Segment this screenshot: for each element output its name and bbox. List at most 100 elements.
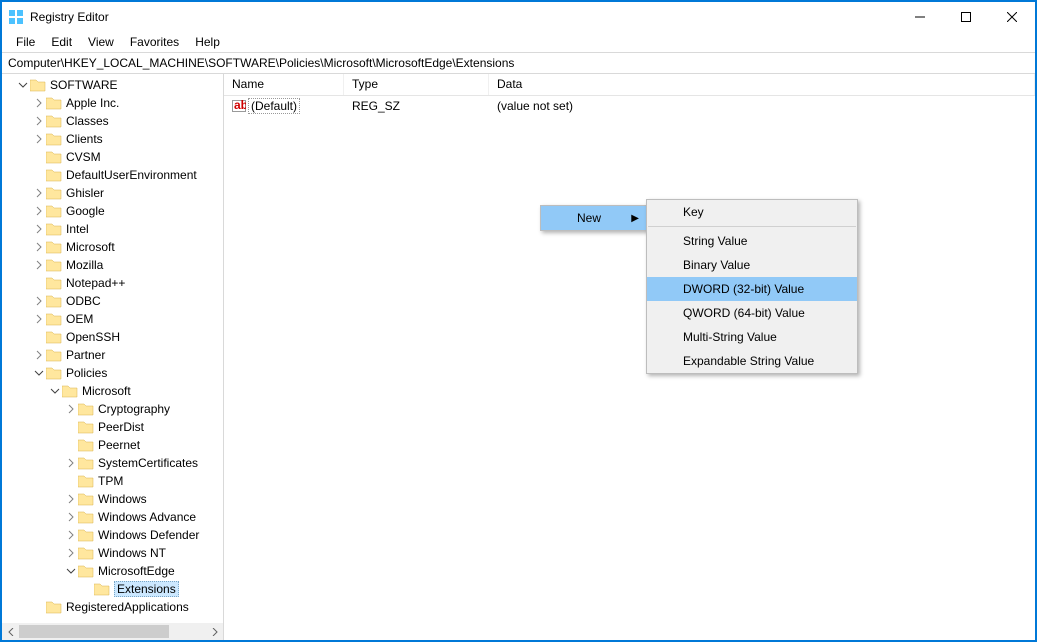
expand-icon[interactable]: [66, 530, 78, 540]
tree-item-label: ODBC: [66, 294, 101, 308]
menu-edit[interactable]: Edit: [43, 33, 80, 51]
expand-icon[interactable]: [34, 134, 46, 144]
scroll-track[interactable]: [19, 623, 206, 640]
tree-item-label: Windows: [98, 492, 147, 506]
tree-item[interactable]: Policies: [2, 364, 223, 382]
maximize-button[interactable]: [943, 2, 989, 32]
menu-file[interactable]: File: [8, 33, 43, 51]
expand-icon[interactable]: [34, 296, 46, 306]
tree-item[interactable]: CVSM: [2, 148, 223, 166]
folder-icon: [78, 420, 94, 434]
values-pane: Name Type Data ab (Default) REG_SZ (valu…: [224, 74, 1035, 640]
folder-icon: [46, 150, 62, 164]
expand-icon[interactable]: [34, 224, 46, 234]
expand-icon[interactable]: [34, 314, 46, 324]
expand-icon[interactable]: [34, 260, 46, 270]
tree-item[interactable]: Windows NT: [2, 544, 223, 562]
expand-icon[interactable]: [34, 350, 46, 360]
tree-hscrollbar[interactable]: [2, 623, 223, 640]
tree-item[interactable]: Partner: [2, 346, 223, 364]
tree-item[interactable]: Microsoft: [2, 382, 223, 400]
expand-icon[interactable]: [66, 404, 78, 414]
expand-icon[interactable]: [34, 206, 46, 216]
tree-item[interactable]: Google: [2, 202, 223, 220]
col-header-type[interactable]: Type: [344, 74, 489, 95]
expand-icon[interactable]: [66, 512, 78, 522]
value-row[interactable]: ab (Default) REG_SZ (value not set): [224, 96, 1035, 116]
submenu-item[interactable]: Key: [647, 200, 857, 224]
folder-icon: [78, 546, 94, 560]
close-button[interactable]: [989, 2, 1035, 32]
menu-item-new[interactable]: New ▶: [541, 206, 647, 230]
tree-item-label: Microsoft: [66, 240, 115, 254]
submenu-item-label: DWORD (32-bit) Value: [683, 282, 804, 296]
menu-help[interactable]: Help: [187, 33, 228, 51]
tree-item[interactable]: OpenSSH: [2, 328, 223, 346]
tree-item[interactable]: PeerDist: [2, 418, 223, 436]
expand-icon[interactable]: [34, 116, 46, 126]
tree-item[interactable]: Intel: [2, 220, 223, 238]
tree-item[interactable]: RegisteredApplications: [2, 598, 223, 616]
scroll-right-icon[interactable]: [206, 623, 223, 640]
submenu-item[interactable]: QWORD (64-bit) Value: [647, 301, 857, 325]
folder-icon: [62, 384, 78, 398]
submenu-item[interactable]: String Value: [647, 229, 857, 253]
tree-item[interactable]: OEM: [2, 310, 223, 328]
expand-icon[interactable]: [66, 458, 78, 468]
submenu-item[interactable]: Expandable String Value: [647, 349, 857, 373]
folder-icon: [46, 600, 62, 614]
collapse-icon[interactable]: [50, 386, 62, 396]
expand-icon[interactable]: [66, 494, 78, 504]
tree-item-label: Extensions: [114, 581, 179, 597]
tree-item[interactable]: Notepad++: [2, 274, 223, 292]
expand-icon[interactable]: [34, 242, 46, 252]
tree-item[interactable]: Cryptography: [2, 400, 223, 418]
minimize-button[interactable]: [897, 2, 943, 32]
menu-favorites[interactable]: Favorites: [122, 33, 187, 51]
tree-item-label: Intel: [66, 222, 89, 236]
context-menu-new: New ▶: [540, 205, 648, 231]
tree-item[interactable]: Windows: [2, 490, 223, 508]
tree-item[interactable]: Clients: [2, 130, 223, 148]
registry-tree[interactable]: SOFTWAREApple Inc.ClassesClientsCVSMDefa…: [2, 74, 223, 616]
folder-icon: [30, 78, 46, 92]
scroll-thumb[interactable]: [19, 625, 169, 638]
expand-icon[interactable]: [34, 188, 46, 198]
submenu-item[interactable]: Multi-String Value: [647, 325, 857, 349]
submenu-item-label: Multi-String Value: [683, 330, 777, 344]
collapse-icon[interactable]: [18, 80, 30, 90]
tree-item-label: OpenSSH: [66, 330, 120, 344]
expand-icon[interactable]: [34, 98, 46, 108]
tree-item[interactable]: MicrosoftEdge: [2, 562, 223, 580]
address-bar[interactable]: Computer\HKEY_LOCAL_MACHINE\SOFTWARE\Pol…: [2, 52, 1035, 74]
context-submenu: Key String ValueBinary Value DWORD (32-bit…: [646, 199, 858, 374]
collapse-icon[interactable]: [66, 566, 78, 576]
tree-pane: SOFTWAREApple Inc.ClassesClientsCVSMDefa…: [2, 74, 224, 640]
tree-item[interactable]: ODBC: [2, 292, 223, 310]
tree-item[interactable]: TPM: [2, 472, 223, 490]
tree-item[interactable]: DefaultUserEnvironment: [2, 166, 223, 184]
tree-item[interactable]: Peernet: [2, 436, 223, 454]
submenu-item[interactable]: Binary Value: [647, 253, 857, 277]
tree-item-label: Partner: [66, 348, 105, 362]
col-header-data[interactable]: Data: [489, 74, 1035, 95]
col-header-name[interactable]: Name: [224, 74, 344, 95]
tree-item[interactable]: SOFTWARE: [2, 76, 223, 94]
expand-icon[interactable]: [66, 548, 78, 558]
tree-item[interactable]: Windows Defender: [2, 526, 223, 544]
tree-item[interactable]: Classes: [2, 112, 223, 130]
app-icon: [8, 9, 24, 25]
submenu-item-label: QWORD (64-bit) Value: [683, 306, 805, 320]
tree-item[interactable]: Extensions: [2, 580, 223, 598]
menu-view[interactable]: View: [80, 33, 122, 51]
tree-item[interactable]: Apple Inc.: [2, 94, 223, 112]
tree-item[interactable]: Ghisler: [2, 184, 223, 202]
tree-item[interactable]: SystemCertificates: [2, 454, 223, 472]
tree-item[interactable]: Microsoft: [2, 238, 223, 256]
folder-icon: [46, 240, 62, 254]
collapse-icon[interactable]: [34, 368, 46, 378]
tree-item[interactable]: Windows Advance: [2, 508, 223, 526]
tree-item[interactable]: Mozilla: [2, 256, 223, 274]
scroll-left-icon[interactable]: [2, 623, 19, 640]
submenu-item[interactable]: DWORD (32-bit) Value: [647, 277, 857, 301]
